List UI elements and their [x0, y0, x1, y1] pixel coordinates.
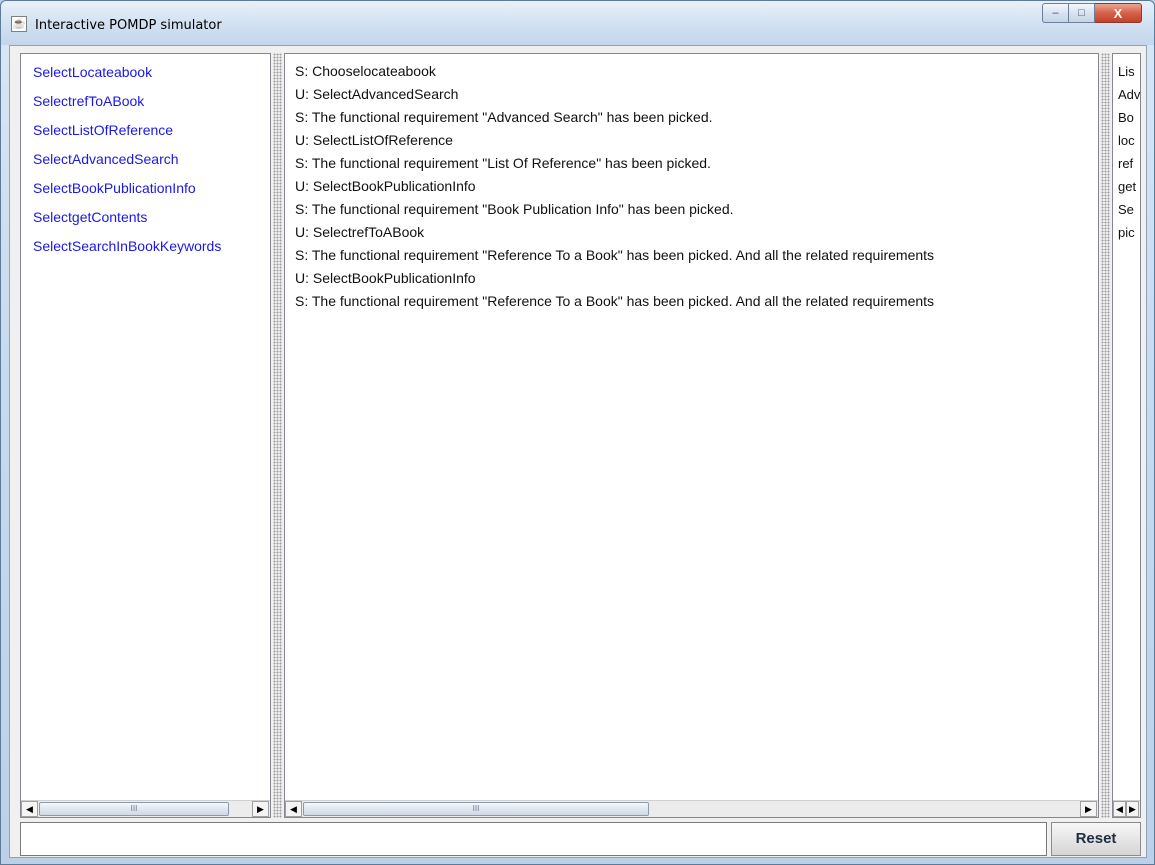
action-item[interactable]: SelectBookPublicationInfo: [33, 174, 270, 203]
state-text: Lis Adv Bo loc ref get Se pic: [1113, 54, 1140, 244]
window-controls: – □ X: [1042, 3, 1142, 25]
state-line: Adv: [1118, 87, 1141, 102]
dialogue-line: U: SelectAdvancedSearch: [295, 86, 459, 102]
maximize-icon: □: [1078, 7, 1085, 19]
scroll-left-icon[interactable]: ◀: [1113, 801, 1126, 817]
reset-button[interactable]: Reset: [1051, 822, 1141, 856]
actions-list: SelectLocateabook SelectrefToABook Selec…: [21, 54, 270, 261]
state-line: pic: [1118, 225, 1135, 240]
title-bar[interactable]: ☕ Interactive POMDP simulator – □ X: [1, 1, 1154, 45]
command-input[interactable]: [20, 822, 1047, 856]
dialogue-line: S: The functional requirement "Book Publ…: [295, 201, 734, 217]
maximize-button[interactable]: □: [1069, 3, 1095, 23]
scroll-thumb[interactable]: III: [39, 802, 229, 816]
dialogue-pane[interactable]: S: Chooselocateabook U: SelectAdvancedSe…: [284, 53, 1099, 818]
actions-pane[interactable]: SelectLocateabook SelectrefToABook Selec…: [20, 53, 271, 818]
state-line: Bo: [1118, 110, 1134, 125]
scroll-right-icon[interactable]: ▶: [252, 801, 269, 817]
state-line: get: [1118, 179, 1137, 194]
app-window: ☕ Interactive POMDP simulator – □ X Sele…: [0, 0, 1155, 865]
state-line: Lis: [1118, 64, 1135, 79]
dialogue-line: S: The functional requirement "Reference…: [295, 293, 935, 309]
dialogue-line: S: Chooselocateabook: [295, 63, 436, 79]
left-splitter[interactable]: [273, 53, 282, 818]
action-item[interactable]: SelectSearchInBookKeywords: [33, 232, 270, 261]
state-line: ref: [1118, 156, 1134, 171]
scroll-left-icon[interactable]: ◀: [285, 801, 302, 817]
dialogue-hscrollbar[interactable]: ◀ III ▶: [285, 800, 1098, 817]
dialogue-line: U: SelectListOfReference: [295, 132, 453, 148]
dialogue-line: U: SelectrefToABook: [295, 224, 425, 240]
close-button[interactable]: X: [1095, 3, 1142, 23]
right-splitter[interactable]: [1101, 53, 1110, 818]
state-line: Se: [1118, 202, 1134, 217]
dialogue-line: U: SelectBookPublicationInfo: [295, 270, 476, 286]
minimize-button[interactable]: –: [1042, 3, 1069, 23]
action-item[interactable]: SelectLocateabook: [33, 58, 270, 87]
client-area: SelectLocateabook SelectrefToABook Selec…: [9, 45, 1147, 858]
window-title: Interactive POMDP simulator: [35, 18, 222, 33]
state-hscrollbar[interactable]: ◀ ▶: [1113, 800, 1140, 817]
java-app-icon: ☕: [11, 16, 27, 32]
dialogue-log: S: Chooselocateabook U: SelectAdvancedSe…: [285, 54, 1098, 313]
dialogue-line: U: SelectBookPublicationInfo: [295, 178, 476, 194]
action-item[interactable]: SelectAdvancedSearch: [33, 145, 270, 174]
dialogue-line: S: The functional requirement "Advanced …: [295, 109, 713, 125]
action-item[interactable]: SelectrefToABook: [33, 87, 270, 116]
close-icon: X: [1113, 5, 1123, 21]
actions-hscrollbar[interactable]: ◀ III ▶: [21, 800, 270, 817]
scroll-thumb[interactable]: III: [303, 802, 649, 816]
minimize-icon: –: [1052, 7, 1059, 19]
dialogue-line: S: The functional requirement "Reference…: [295, 247, 935, 263]
action-item[interactable]: SelectgetContents: [33, 203, 270, 232]
scroll-right-icon[interactable]: ▶: [1080, 801, 1097, 817]
scroll-left-icon[interactable]: ◀: [21, 801, 38, 817]
scroll-right-icon[interactable]: ▶: [1126, 801, 1139, 817]
state-pane[interactable]: Lis Adv Bo loc ref get Se pic ◀ ▶: [1112, 53, 1141, 818]
action-item[interactable]: SelectListOfReference: [33, 116, 270, 145]
state-line: loc: [1118, 133, 1135, 148]
dialogue-line: S: The functional requirement "List Of R…: [295, 155, 711, 171]
